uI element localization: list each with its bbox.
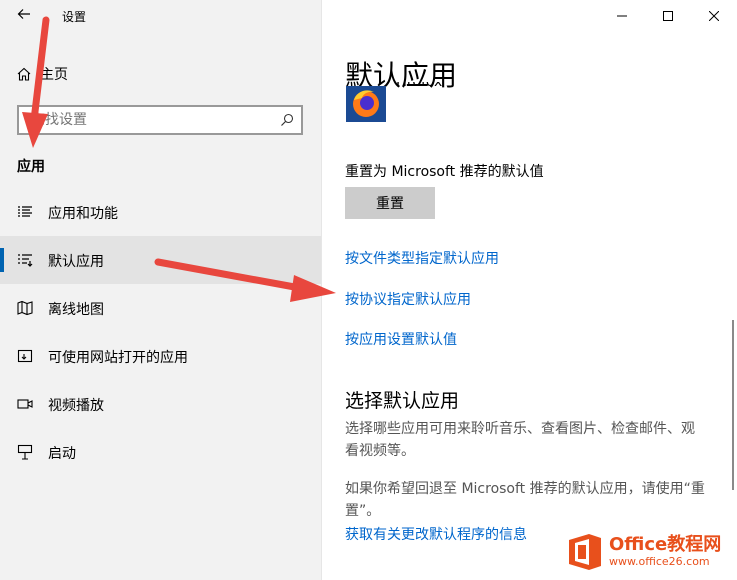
video-icon [17,399,33,409]
reset-button[interactable]: 重置 [345,187,435,219]
watermark-brand: Office教程网 [609,534,722,555]
watermark-text: Office教程网 www.office26.com [609,535,721,569]
default-apps-icon [18,254,33,267]
search-icon[interactable] [280,113,294,127]
link-by-app[interactable]: 按应用设置默认值 [345,329,457,349]
main-content: 默认应用 Firefox 重置为 Microsoft 推荐的默认值 重置 按文件… [322,0,737,580]
minimize-icon [617,15,627,17]
sidebar-item-label: 默认应用 [48,254,104,270]
web-apps-icon [17,349,33,363]
app-name: Firefox [396,82,443,90]
list-icon [18,206,32,217]
link-by-file-type[interactable]: 按文件类型指定默认应用 [345,248,499,268]
window-controls [599,0,737,32]
watermark: Office教程网 www.office26.com [565,530,733,574]
window-title: 设置 [62,10,87,24]
search-box[interactable] [17,105,303,135]
map-icon [17,300,33,316]
sidebar: 设置 主页 应用 应用和功能 默认应用 离线地图 可使用网站打开的应 [0,0,322,580]
titlebar-left: 设置 [0,0,321,32]
link-by-protocol[interactable]: 按协议指定默认应用 [345,289,471,309]
scrollbar[interactable] [732,320,734,490]
sidebar-item-default-apps[interactable]: 默认应用 [0,236,321,284]
close-button[interactable] [691,0,737,32]
firefox-icon [353,90,379,117]
maximize-button[interactable] [645,0,691,32]
sidebar-item-label: 离线地图 [48,302,104,318]
sidebar-item-web-apps[interactable]: 可使用网站打开的应用 [0,332,321,380]
sidebar-item-video-playback[interactable]: 视频播放 [0,380,321,428]
office-logo-icon [569,534,601,570]
link-more-info[interactable]: 获取有关更改默认程序的信息 [345,524,527,544]
sidebar-item-label: 应用和功能 [48,206,118,222]
firefox-app-tile[interactable] [346,86,386,122]
section-title: 应用 [17,159,45,175]
search-input[interactable] [19,107,281,133]
sidebar-item-label: 视频播放 [48,398,104,414]
reset-hint-text: 如果你希望回退至 Microsoft 推荐的默认应用，请使用“重置”。 [345,481,705,519]
sidebar-item-home[interactable]: 主页 [16,62,68,86]
reset-label: 重置为 Microsoft 推荐的默认值 [345,164,544,180]
sidebar-item-label: 启动 [48,446,76,462]
back-arrow-icon[interactable] [12,5,36,27]
sidebar-item-label: 可使用网站打开的应用 [48,350,188,366]
sidebar-item-apps-features[interactable]: 应用和功能 [0,188,321,236]
sidebar-nav: 应用和功能 默认应用 离线地图 可使用网站打开的应用 视频播放 启动 [0,188,321,476]
section-subtitle: 选择默认应用 [345,390,460,412]
close-icon [709,11,719,21]
sidebar-item-offline-maps[interactable]: 离线地图 [0,284,321,332]
description-text: 选择哪些应用可用来聆听音乐、查看图片、检查邮件、观看视频等。 [345,421,695,459]
watermark-url: www.office26.com [609,555,710,568]
maximize-icon [663,11,673,21]
home-icon [17,67,31,81]
minimize-button[interactable] [599,0,645,32]
home-label: 主页 [40,67,68,83]
startup-icon [17,444,33,460]
sidebar-item-startup[interactable]: 启动 [0,428,321,476]
